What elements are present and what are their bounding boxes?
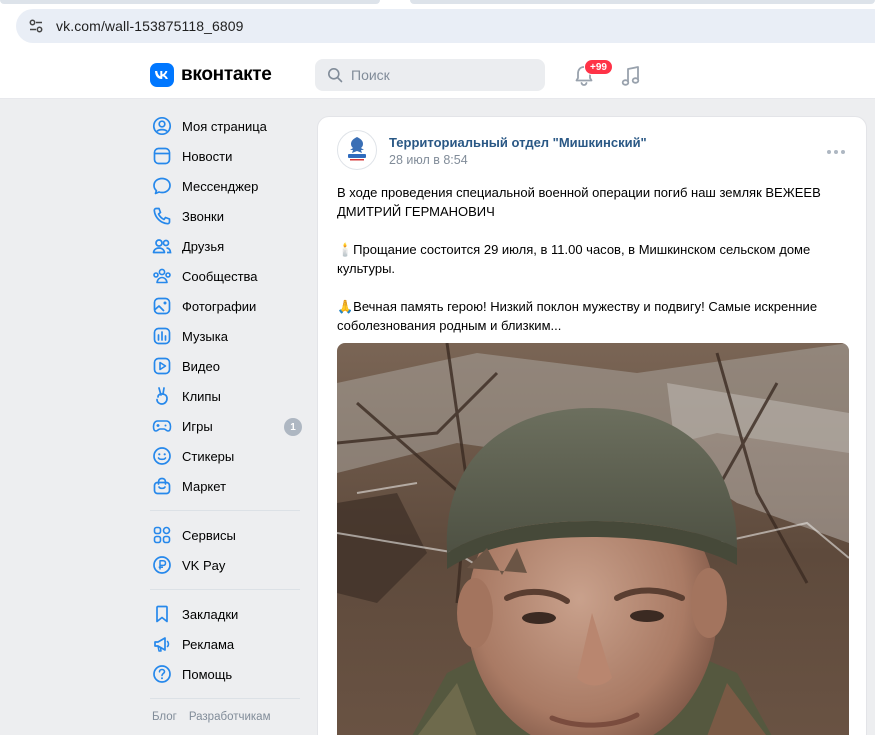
sidebar-item-communities[interactable]: Сообщества <box>150 261 310 291</box>
sidebar-item-label: Мессенджер <box>182 178 259 194</box>
post-text: В ходе проведения специальной военной оп… <box>337 183 847 354</box>
post-paragraph: 🙏Вечная память герою! Низкий поклон муже… <box>337 299 818 333</box>
market-bag-icon <box>152 476 172 496</box>
sidebar-item-label: Реклама <box>182 636 235 652</box>
gamepad-icon <box>152 416 172 436</box>
sidebar-item-label: Стикеры <box>182 448 235 464</box>
sidebar-item-label: Клипы <box>182 388 221 404</box>
url-text[interactable]: vk.com/wall-153875118_6809 <box>56 18 244 34</box>
sidebar-item-bookmarks[interactable]: Закладки <box>150 599 310 629</box>
communities-icon <box>152 266 172 286</box>
sidebar-item-music[interactable]: Музыка <box>150 321 310 351</box>
sidebar-item-vkpay[interactable]: VK Pay <box>150 550 310 580</box>
vk-logo-text: вконтакте <box>181 64 272 85</box>
sidebar-item-label: Закладки <box>182 606 239 622</box>
sidebar-item-market[interactable]: Маркет <box>150 471 310 501</box>
search-input[interactable]: Поиск <box>315 59 545 91</box>
help-icon <box>152 664 172 684</box>
sidebar-item-label: Маркет <box>182 478 227 494</box>
post-paragraph: В ходе проведения специальной военной оп… <box>337 185 821 219</box>
user-circle-icon <box>152 116 172 136</box>
vk-logo[interactable]: вконтакте <box>150 63 272 87</box>
sidebar-item-label: Новости <box>182 148 233 164</box>
browser-tab[interactable] <box>0 0 380 4</box>
sticker-icon <box>152 446 172 466</box>
post-photo[interactable] <box>337 343 849 735</box>
megaphone-icon <box>152 634 172 654</box>
more-options-icon[interactable] <box>826 149 846 155</box>
music-icon[interactable] <box>620 64 642 88</box>
sidebar-item-clips[interactable]: Клипы <box>150 381 310 411</box>
services-icon <box>152 525 172 545</box>
footer-link-developers[interactable]: Разработчикам <box>189 711 271 723</box>
vk-logo-icon <box>150 63 174 87</box>
browser-tab[interactable] <box>410 0 875 4</box>
sidebar-item-services[interactable]: Сервисы <box>150 520 310 550</box>
sidebar-item-label: Видео <box>182 358 220 374</box>
vk-header: вконтакте Поиск +99 <box>0 51 875 99</box>
news-icon <box>152 146 172 166</box>
sidebar-item-help[interactable]: Помощь <box>150 659 310 689</box>
sidebar-item-label: Музыка <box>182 328 228 344</box>
tab-strip <box>0 0 875 4</box>
post-date[interactable]: 28 июл в 8:54 <box>389 153 468 167</box>
sidebar-item-messenger[interactable]: Мессенджер <box>150 171 310 201</box>
photo-icon <box>152 296 172 316</box>
post-author-link[interactable]: Территориальный отдел "Мишкинский" <box>389 135 647 150</box>
browser-toolbar: vk.com/wall-153875118_6809 <box>0 0 875 51</box>
search-icon <box>328 68 343 83</box>
video-icon <box>152 356 172 376</box>
games-count-badge: 1 <box>284 418 302 436</box>
community-emblem-icon <box>340 133 374 167</box>
site-settings-icon[interactable] <box>28 18 44 34</box>
sidebar-item-calls[interactable]: Звонки <box>150 201 310 231</box>
sidebar-item-video[interactable]: Видео <box>150 351 310 381</box>
notification-count-badge: +99 <box>584 59 613 75</box>
search-placeholder: Поиск <box>351 67 390 83</box>
bookmark-icon <box>152 604 172 624</box>
sidebar-item-label: Сервисы <box>182 527 236 543</box>
address-bar[interactable]: vk.com/wall-153875118_6809 <box>16 9 875 43</box>
phone-icon <box>152 206 172 226</box>
sidebar-item-label: Моя страница <box>182 118 267 134</box>
wall-post: Территориальный отдел "Мишкинский" 28 ию… <box>317 116 867 735</box>
post-paragraph: 🕯️Прощание состоится 29 июля, в 11.00 ча… <box>337 242 811 276</box>
friends-icon <box>152 236 172 256</box>
sidebar-item-games[interactable]: Игры 1 <box>150 411 310 441</box>
post-photo-image <box>337 343 849 735</box>
left-sidebar: Моя страница Новости Мессенджер Звонки Д… <box>150 111 310 723</box>
sidebar-item-label: Сообщества <box>182 268 258 284</box>
music-icon <box>152 326 172 346</box>
sidebar-footer: Блог Разработчикам <box>152 711 310 723</box>
sidebar-item-label: VK Pay <box>182 557 226 573</box>
sidebar-item-photos[interactable]: Фотографии <box>150 291 310 321</box>
sidebar-item-label: Фотографии <box>182 298 257 314</box>
sidebar-item-friends[interactable]: Друзья <box>150 231 310 261</box>
footer-link-blog[interactable]: Блог <box>152 711 177 723</box>
sidebar-divider <box>150 510 300 511</box>
sidebar-divider <box>150 589 300 590</box>
sidebar-item-label: Игры <box>182 418 213 434</box>
sidebar-item-stickers[interactable]: Стикеры <box>150 441 310 471</box>
sidebar-item-news[interactable]: Новости <box>150 141 310 171</box>
sidebar-item-my-page[interactable]: Моя страница <box>150 111 310 141</box>
sidebar-divider <box>150 698 300 699</box>
sidebar-item-label: Друзья <box>182 238 225 254</box>
clips-icon <box>152 386 172 406</box>
sidebar-item-ads[interactable]: Реклама <box>150 629 310 659</box>
message-icon <box>152 176 172 196</box>
sidebar-item-label: Звонки <box>182 208 224 224</box>
vkpay-icon <box>152 555 172 575</box>
sidebar-item-label: Помощь <box>182 666 233 682</box>
community-avatar[interactable] <box>337 130 377 170</box>
